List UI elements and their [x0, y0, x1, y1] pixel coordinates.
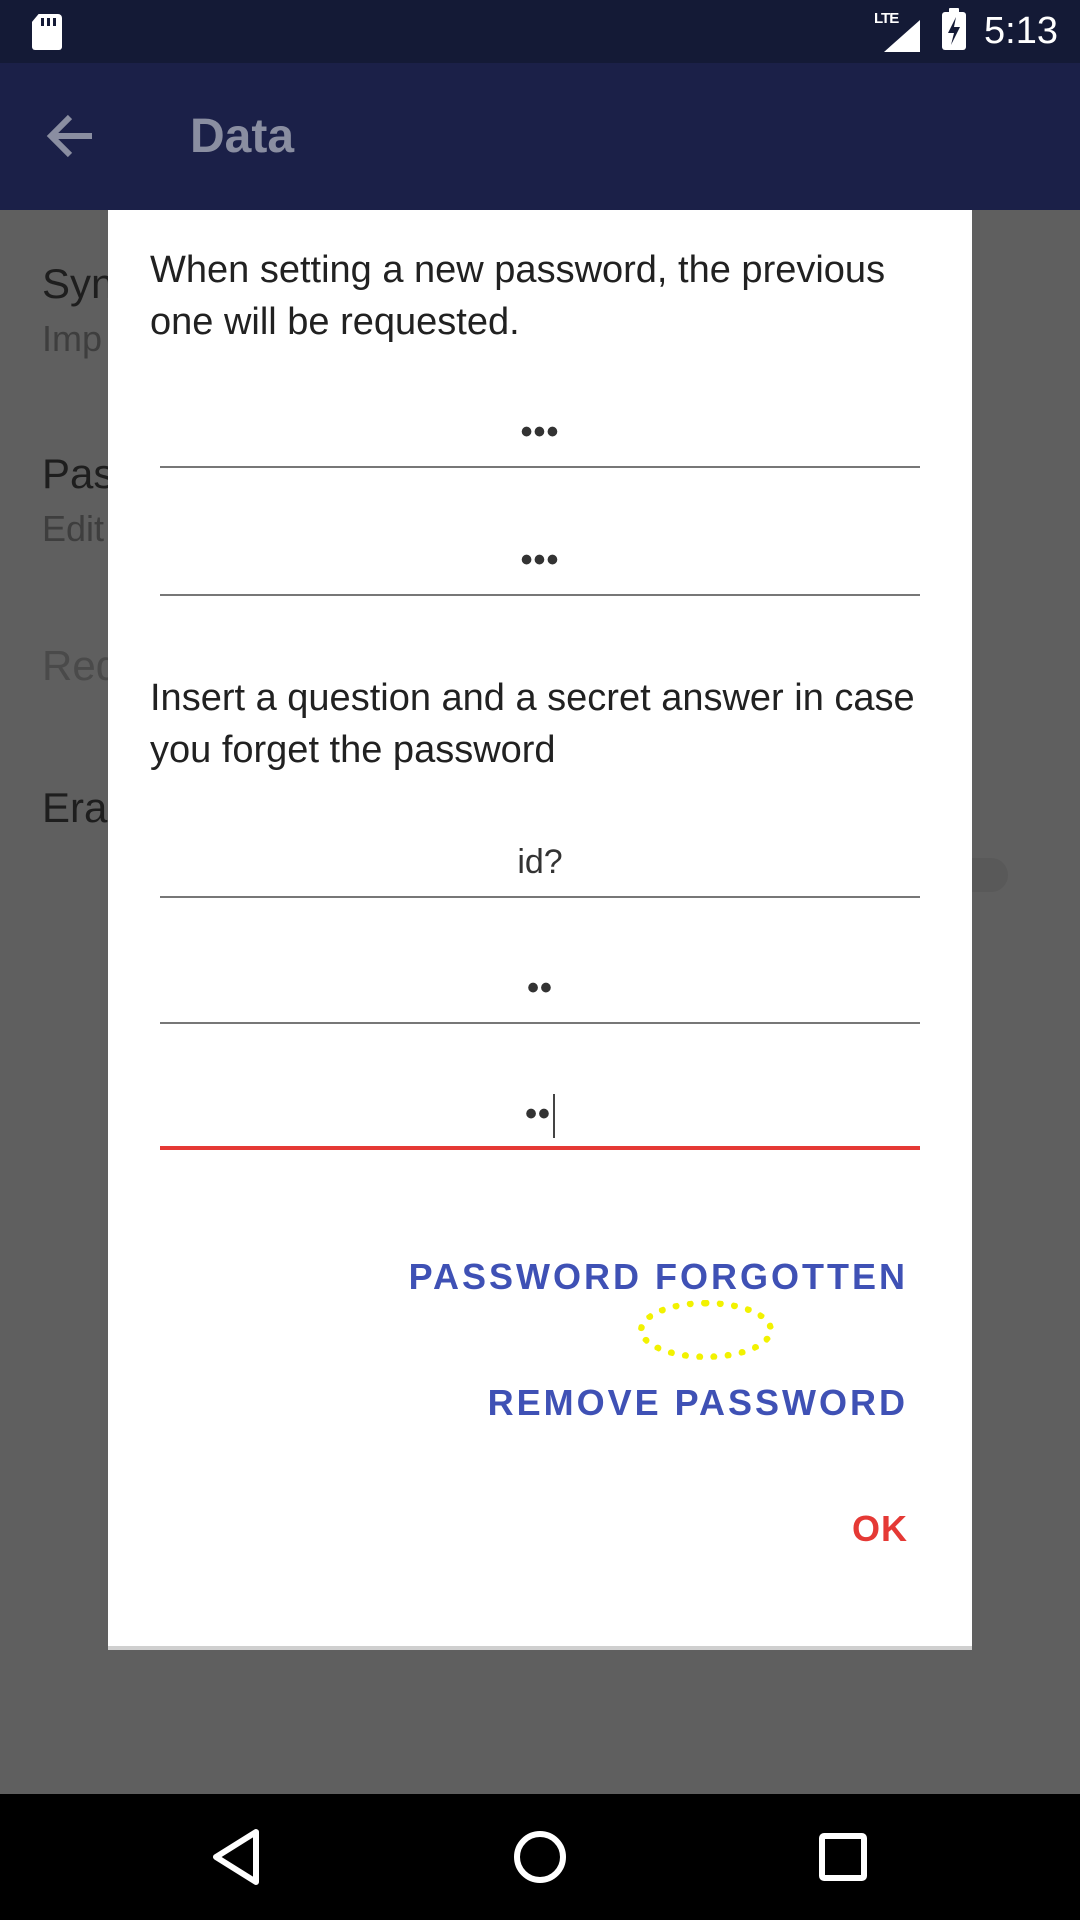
network-label: LTE	[874, 10, 899, 27]
nav-back-icon[interactable]	[202, 1824, 272, 1890]
status-bar: LTE 5:13	[0, 0, 1080, 63]
remove-password-button[interactable]: REMOVE PASSWORD	[488, 1382, 908, 1424]
password-field[interactable]: •••	[160, 396, 920, 468]
dialog-question-text: Insert a question and a secret answer in…	[150, 677, 915, 771]
password-forgotten-button[interactable]: PASSWORD FORGOTTEN	[409, 1256, 908, 1298]
arrow-back-icon[interactable]	[46, 113, 96, 159]
secret-question-field[interactable]: id?	[160, 826, 920, 898]
sd-card-icon	[32, 14, 62, 50]
setting-title: Pas	[42, 450, 115, 497]
setting-item-password[interactable]: Pas Edit	[42, 450, 114, 550]
tap-highlight-ring	[638, 1300, 774, 1360]
confirm-answer-field[interactable]: ••	[160, 1078, 920, 1150]
ok-button[interactable]: OK	[852, 1508, 908, 1550]
confirm-answer-value: ••	[525, 1095, 551, 1133]
status-time: 5:13	[984, 10, 1058, 52]
setting-item-sync[interactable]: Syn Imp	[42, 260, 114, 360]
confirm-password-field[interactable]: •••	[160, 524, 920, 596]
setting-subtitle: Edit	[42, 508, 105, 549]
navigation-bar	[0, 1794, 1080, 1920]
setting-subtitle: Imp	[42, 318, 103, 359]
text-caret	[552, 1094, 555, 1139]
password-dialog: When setting a new password, the previou…	[108, 210, 972, 1646]
dialog-intro-text: When setting a new password, the previou…	[150, 249, 886, 343]
nav-home-icon[interactable]	[505, 1824, 575, 1890]
page-title: Data	[190, 110, 295, 163]
lte-signal-icon: LTE	[874, 10, 922, 52]
setting-title: Syn	[42, 260, 115, 307]
battery-charging-icon	[942, 8, 966, 50]
secret-answer-field[interactable]: ••	[160, 952, 920, 1024]
nav-recents-icon[interactable]	[808, 1824, 878, 1890]
app-bar: Data	[0, 63, 1080, 210]
